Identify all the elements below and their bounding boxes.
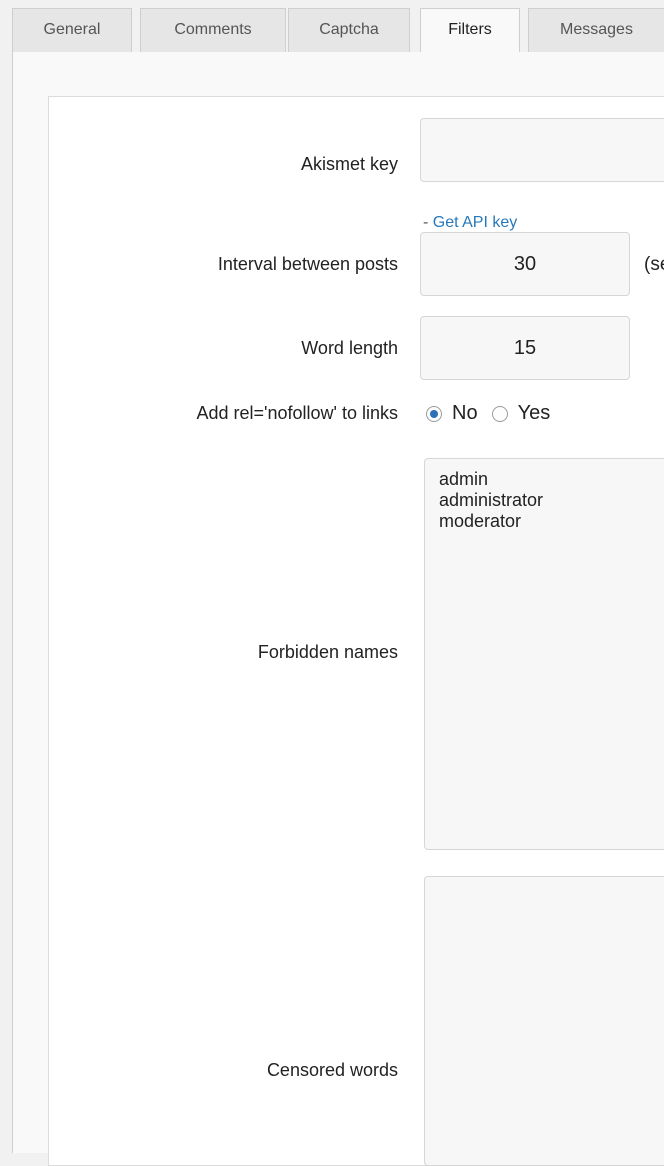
akismet-key-input[interactable] [420,118,664,182]
forbidden-name-line: admin [439,469,489,489]
word-length-label: Word length [301,338,398,358]
interval-unit-suffix: (se [644,254,664,275]
forbidden-name-line: moderator [439,511,522,531]
tab-bar: General Comments Captcha Filters Message… [0,0,664,53]
api-key-link-prefix: - [423,214,433,231]
word-length-input[interactable]: 15 [420,316,630,380]
nofollow-yes-radio[interactable] [491,405,508,422]
api-key-link-row: - Get API key [423,214,517,232]
get-api-key-link[interactable]: Get API key [433,214,517,231]
nofollow-no-label[interactable]: No [452,402,478,425]
interval-input[interactable]: 30 [420,232,630,296]
nofollow-radio-group: No Yes [426,402,564,425]
nofollow-label: Add rel='nofollow' to links [196,403,398,423]
tab-comments[interactable]: Comments [140,8,286,52]
nofollow-yes-label[interactable]: Yes [518,402,551,425]
forbidden-name-line: administrator [439,490,544,510]
nofollow-no-radio[interactable] [426,405,442,422]
tab-general[interactable]: General [12,8,132,52]
forbidden-names-textarea[interactable]: admin administrator moderator [424,458,664,850]
interval-label: Interval between posts [217,254,398,274]
tab-captcha[interactable]: Captcha [288,8,410,52]
censored-words-label: Censored words [266,1060,398,1080]
censored-words-textarea[interactable] [424,876,664,1166]
tab-messages[interactable]: Messages [528,8,664,52]
tab-filters[interactable]: Filters [420,8,520,53]
forbidden-names-label: Forbidden names [257,642,398,662]
akismet-key-label: Akismet key [300,154,398,174]
